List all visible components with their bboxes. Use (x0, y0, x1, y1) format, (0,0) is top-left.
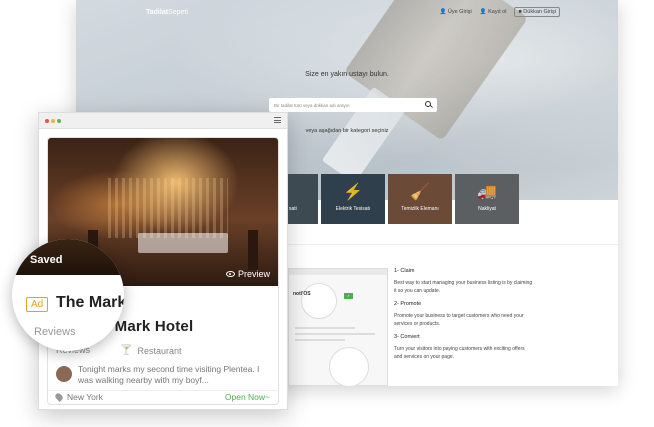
step-title: 3- Convert (394, 334, 420, 340)
mockup-badge: ✓ (344, 293, 353, 299)
photo-table (138, 233, 228, 253)
category-hint: veya aşağıdan bir kategori seçiniz (305, 128, 389, 134)
category-label: sati (289, 206, 297, 212)
truck-icon: 🚚 (477, 184, 497, 201)
search-bar[interactable]: Bir tadilat türü veya dükkan adı arayın (269, 98, 437, 112)
eye-icon (225, 271, 235, 277)
magnifier-title: The Mark (56, 294, 124, 311)
magnifier-zoom: Saved Ad The Mark Reviews (12, 239, 124, 351)
logo-rest: Sepeti (168, 9, 188, 16)
mockup-zoom-circle (301, 283, 337, 319)
review-snippet: Tonight marks my second time visiting Pl… (56, 364, 276, 386)
search-input[interactable]: Bir tadilat türü veya dükkan adı arayın (269, 103, 424, 108)
step-text: Best way to start managing your business… (394, 280, 533, 294)
mockup-logo: noti'OS (293, 291, 311, 297)
cocktail-glass-icon: 🍸 (120, 345, 133, 356)
status-badge: Open Now~ (224, 392, 270, 402)
category-tiles: sati ⚡ Elektrik Tesisatı 🧹 Temizlik Elem… (288, 174, 519, 224)
register-link[interactable]: 👤 Kayıt ol (480, 9, 507, 17)
location: New York (54, 392, 103, 402)
map-pin-icon (54, 392, 64, 402)
mockup-line (295, 327, 355, 329)
hamburger-menu-icon[interactable] (274, 117, 281, 123)
step-text: Turn your visitors into paying customers… (394, 346, 525, 360)
category-label: Elektrik Tesisatı (335, 206, 371, 212)
preview-button[interactable]: Preview (225, 269, 270, 279)
steps-list: 1- Claim Best way to start managing your… (394, 268, 534, 367)
minimize-dot-icon[interactable] (51, 119, 55, 123)
step-title: 2- Promote (394, 301, 422, 307)
category-tile-tiling[interactable]: sati (288, 174, 318, 224)
member-login-label: Üye Girişi (447, 9, 472, 15)
magnifier-saved-label: Saved (30, 254, 63, 266)
mockup-zoom-circle-2 (329, 347, 369, 386)
maximize-dot-icon[interactable] (57, 119, 61, 123)
mockup-line (295, 339, 345, 341)
shop-login-label: Dükkan Girişi (523, 9, 556, 15)
shop-login-button[interactable]: ■ Dükkan Girişi (514, 7, 560, 17)
top-nav: 👤 Üye Girişi 👤 Kayıt ol ■ Dükkan Girişi (439, 7, 560, 17)
close-dot-icon[interactable] (45, 119, 49, 123)
review-text: Tonight marks my second time visiting Pl… (78, 364, 260, 385)
category-tile-moving[interactable]: 🚚 Nakliyat (455, 174, 519, 224)
lightning-icon: ⚡ (343, 184, 363, 201)
step-text: Promote your business to target customer… (394, 313, 524, 327)
member-login-link[interactable]: 👤 Üye Girişi (439, 9, 471, 17)
category-tile-electrical[interactable]: ⚡ Elektrik Tesisatı (321, 174, 385, 224)
mockup-topbar (289, 269, 387, 275)
magnifier-photo (12, 239, 124, 275)
photo-chair (248, 230, 258, 270)
register-label: Kayıt ol (488, 9, 507, 15)
mockup-line (295, 333, 375, 335)
window-titlebar (39, 113, 287, 129)
preview-label: Preview (237, 269, 270, 279)
dashboard-mockup-image: noti'OS ✓ (288, 268, 388, 386)
hero-tagline: Size en yakın ustayı bulun. (305, 71, 389, 78)
category-label: Temizlik Elemanı (401, 206, 439, 212)
photo-bar-shelf (108, 178, 228, 238)
magnifier-ad-badge: Ad (26, 297, 49, 312)
category-tag[interactable]: 🍸 Restaurant (120, 345, 181, 356)
broom-icon: 🧹 (410, 184, 430, 201)
category-label: Nakliyat (478, 206, 496, 212)
step-title: 1- Claim (394, 268, 415, 274)
site-logo[interactable]: TadilatSepeti (146, 9, 188, 16)
avatar (56, 366, 72, 382)
logo-bold: Tadilat (146, 9, 169, 16)
magnifier-reviews: Reviews (34, 326, 76, 338)
search-icon[interactable] (424, 100, 434, 110)
category-label: Restaurant (137, 345, 182, 356)
location-label: New York (67, 392, 103, 402)
category-tile-cleaning[interactable]: 🧹 Temizlik Elemanı (388, 174, 452, 224)
